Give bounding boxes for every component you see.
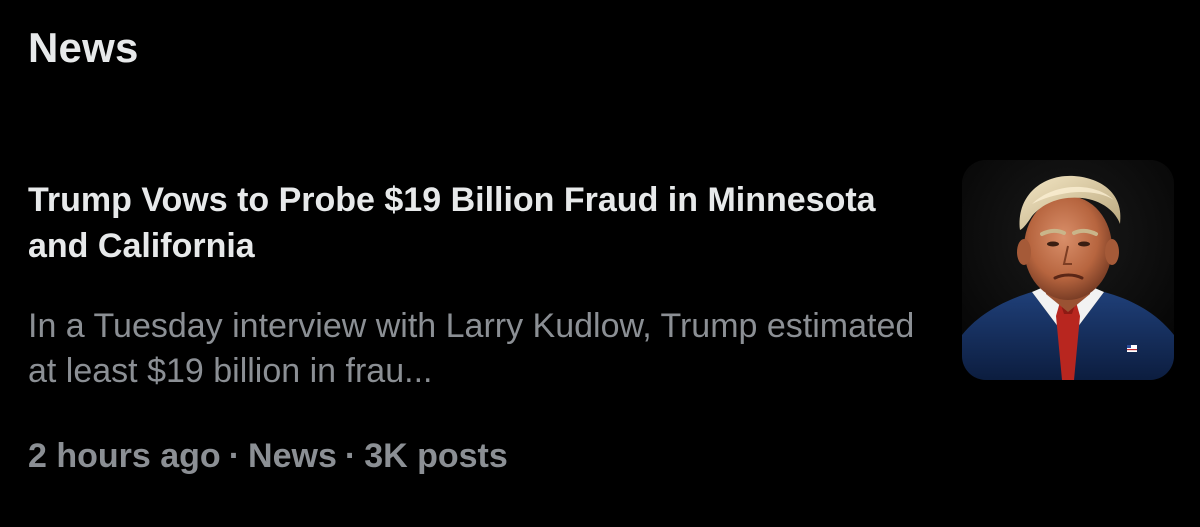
portrait-photo-icon xyxy=(962,160,1174,380)
article-thumbnail[interactable] xyxy=(962,160,1174,380)
meta-separator: · xyxy=(228,437,241,475)
article-time: 2 hours ago xyxy=(28,437,221,475)
news-card[interactable]: Trump Vows to Probe $19 Billion Fraud in… xyxy=(0,150,1200,490)
meta-separator: · xyxy=(344,437,357,475)
article-headline[interactable]: Trump Vows to Probe $19 Billion Fraud in… xyxy=(28,177,928,269)
article-summary: In a Tuesday interview with Larry Kudlow… xyxy=(28,307,915,390)
section-title: News xyxy=(28,24,139,71)
article-post-count: 3K posts xyxy=(364,437,508,475)
article-meta: 2 hours ago · News · 3K posts xyxy=(28,434,508,478)
article-category: News xyxy=(248,437,337,475)
news-page: News Trump Vows to Probe $19 Billion Fra… xyxy=(0,0,1200,527)
